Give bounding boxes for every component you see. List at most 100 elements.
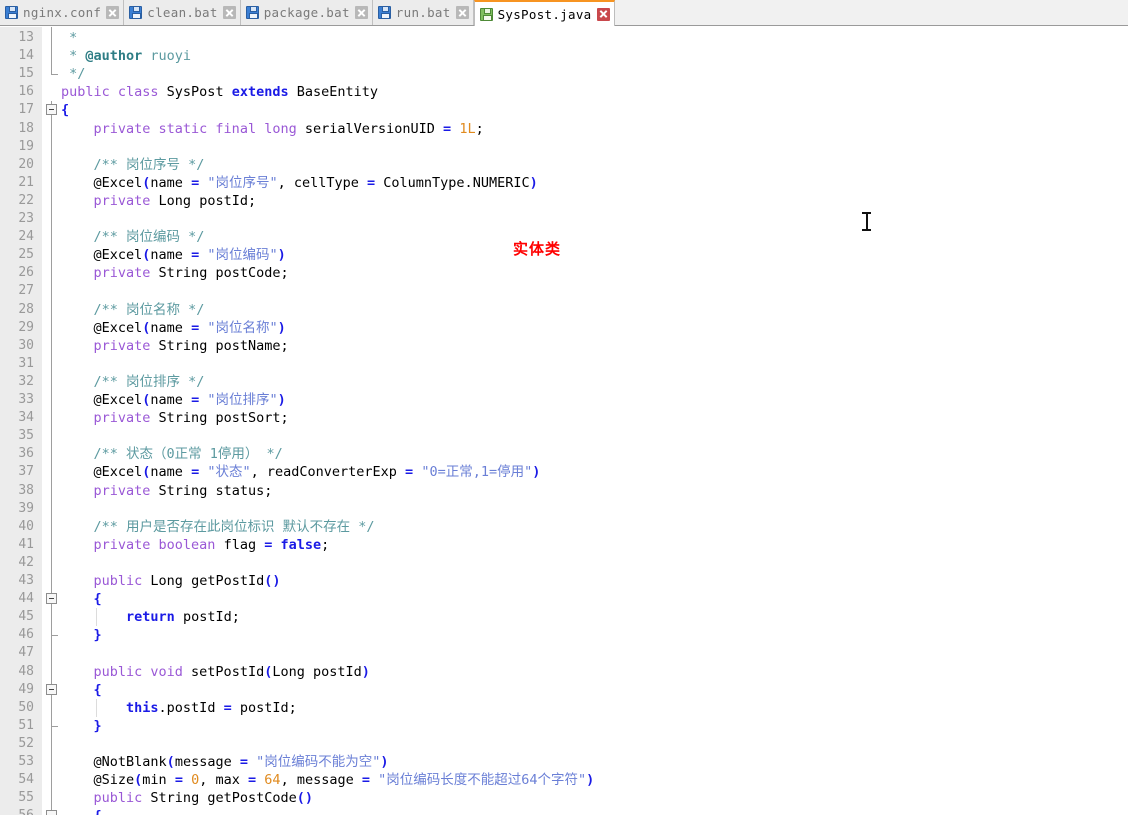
code-line[interactable]: 17 {	[0, 101, 1128, 119]
code-line[interactable]: 14 * @author ruoyi	[0, 47, 1128, 65]
code-line[interactable]: 13 *	[0, 29, 1128, 47]
code-text[interactable]: /** 用户是否存在此岗位标识 默认不存在 */	[61, 518, 375, 536]
code-line[interactable]: 23	[0, 210, 1128, 228]
close-icon[interactable]	[596, 7, 610, 21]
code-line[interactable]: 39	[0, 500, 1128, 518]
code-line[interactable]: 37 @Excel(name = "状态", readConverterExp …	[0, 463, 1128, 481]
code-line[interactable]: 47	[0, 644, 1128, 662]
line-number: 39	[18, 500, 34, 516]
fold-toggle-icon[interactable]	[46, 810, 57, 815]
code-text[interactable]: {	[61, 807, 102, 815]
code-line[interactable]: 46 }	[0, 626, 1128, 644]
code-line[interactable]: 18 private static final long serialVersi…	[0, 120, 1128, 138]
code-text[interactable]: /** 状态（0正常 1停用） */	[61, 445, 283, 463]
code-token: "岗位编码长度不能超过64个字符"	[378, 772, 587, 789]
code-line[interactable]: 31	[0, 355, 1128, 373]
code-text[interactable]: public class SysPost extends BaseEntity	[61, 83, 378, 101]
editor-tab-nginx-conf[interactable]: nginx.conf	[0, 0, 125, 25]
code-line[interactable]: 41 private boolean flag = false;	[0, 536, 1128, 554]
code-line[interactable]: 42	[0, 554, 1128, 572]
code-text[interactable]: private static final long serialVersionU…	[61, 120, 484, 138]
code-line[interactable]: 35	[0, 427, 1128, 445]
code-token: )	[532, 464, 541, 481]
code-text[interactable]: @NotBlank(message = "岗位编码不能为空")	[61, 753, 389, 771]
code-text[interactable]: private String status;	[61, 482, 273, 500]
code-line[interactable]: 29 @Excel(name = "岗位名称")	[0, 319, 1128, 337]
code-token: Long postId;	[150, 192, 257, 209]
code-text[interactable]: private String postName;	[61, 337, 289, 355]
code-line[interactable]: 33 @Excel(name = "岗位排序")	[0, 391, 1128, 409]
code-text[interactable]: return postId;	[61, 608, 240, 626]
code-line[interactable]: 55 public String getPostCode()	[0, 789, 1128, 807]
editor-tab-run-bat[interactable]: run.bat	[372, 0, 474, 25]
code-line[interactable]: 50 this.postId = postId;	[0, 699, 1128, 717]
code-text[interactable]: public Long getPostId()	[61, 572, 281, 590]
code-line[interactable]: 27	[0, 282, 1128, 300]
code-text[interactable]: */	[61, 65, 85, 83]
code-line[interactable]: 20 /** 岗位序号 */	[0, 156, 1128, 174]
close-icon[interactable]	[106, 6, 120, 19]
code-line[interactable]: 44 {	[0, 590, 1128, 608]
fold-toggle-icon[interactable]	[46, 104, 57, 116]
code-line[interactable]: 25 @Excel(name = "岗位编码")	[0, 246, 1128, 264]
code-line[interactable]: 30 private String postName;	[0, 337, 1128, 355]
code-line[interactable]: 49 {	[0, 681, 1128, 699]
code-text[interactable]: public String getPostCode()	[61, 789, 313, 807]
code-line[interactable]: 32 /** 岗位排序 */	[0, 373, 1128, 391]
code-line[interactable]: 40 /** 用户是否存在此岗位标识 默认不存在 */	[0, 518, 1128, 536]
code-content[interactable]: 13 * 14 * @author ruoyi 15 */16 public cla…	[0, 27, 1128, 815]
code-text[interactable]: {	[61, 590, 102, 608]
close-icon[interactable]	[354, 6, 368, 19]
code-line[interactable]: 52	[0, 735, 1128, 753]
code-line[interactable]: 48 public void setPostId(Long postId)	[0, 663, 1128, 681]
close-icon[interactable]	[222, 6, 236, 19]
code-line[interactable]: 54 @Size(min = 0, max = 64, message = "岗…	[0, 771, 1128, 789]
code-text[interactable]: {	[61, 101, 69, 119]
editor-tab-syspost-java[interactable]: SysPost.java	[473, 0, 615, 26]
code-text[interactable]: @Excel(name = "状态", readConverterExp = "…	[61, 463, 541, 481]
line-number: 43	[18, 573, 34, 588]
editor-tab-clean-bat[interactable]: clean.bat	[124, 0, 241, 25]
code-text[interactable]: }	[61, 717, 102, 735]
code-text[interactable]: @Excel(name = "岗位编码")	[61, 246, 286, 264]
code-text[interactable]: private Long postId;	[61, 192, 257, 210]
code-text[interactable]: /** 岗位名称 */	[61, 301, 205, 319]
code-line[interactable]: 22 private Long postId;	[0, 192, 1128, 210]
code-line[interactable]: 45 return postId;	[0, 608, 1128, 626]
code-line[interactable]: 51 }	[0, 717, 1128, 735]
fold-toggle-icon[interactable]	[46, 683, 57, 695]
code-line[interactable]: 28 /** 岗位名称 */	[0, 301, 1128, 319]
close-icon[interactable]	[455, 6, 469, 19]
code-line[interactable]: 24 /** 岗位编码 */	[0, 228, 1128, 246]
code-text[interactable]: private boolean flag = false;	[61, 536, 330, 554]
code-text[interactable]: /** 岗位排序 */	[61, 373, 205, 391]
code-text[interactable]: @Excel(name = "岗位序号", cellType = ColumnT…	[61, 174, 538, 192]
line-number: 29	[18, 319, 34, 335]
code-line[interactable]: 21 @Excel(name = "岗位序号", cellType = Colu…	[0, 174, 1128, 192]
code-text[interactable]: private String postCode;	[61, 264, 289, 282]
code-text[interactable]: *	[61, 29, 85, 47]
fold-toggle-icon[interactable]	[46, 593, 57, 605]
code-text[interactable]: /** 岗位序号 */	[61, 156, 205, 174]
code-text[interactable]: private String postSort;	[61, 409, 289, 427]
code-line[interactable]: 38 private String status;	[0, 482, 1128, 500]
code-line[interactable]: 26 private String postCode;	[0, 264, 1128, 282]
code-line[interactable]: 34 private String postSort;	[0, 409, 1128, 427]
code-line[interactable]: 53 @NotBlank(message = "岗位编码不能为空")	[0, 753, 1128, 771]
code-line[interactable]: 16 public class SysPost extends BaseEntit…	[0, 83, 1128, 101]
code-text[interactable]: /** 岗位编码 */	[61, 228, 205, 246]
code-line[interactable]: 15 */	[0, 65, 1128, 83]
code-text[interactable]: * @author ruoyi	[61, 47, 191, 65]
code-line[interactable]: 43 public Long getPostId()	[0, 572, 1128, 590]
code-line[interactable]: 19	[0, 138, 1128, 156]
code-text[interactable]: }	[61, 626, 102, 644]
code-editor[interactable]: 13 * 14 * @author ruoyi 15 */16 public cla…	[0, 27, 1128, 815]
code-line[interactable]: 36 /** 状态（0正常 1停用） */	[0, 445, 1128, 463]
code-text[interactable]: {	[61, 681, 102, 699]
editor-tab-package-bat[interactable]: package.bat	[240, 0, 373, 25]
code-token: @author	[85, 48, 143, 65]
code-text[interactable]: @Excel(name = "岗位排序")	[61, 391, 286, 409]
code-text[interactable]: @Excel(name = "岗位名称")	[61, 319, 286, 337]
code-text[interactable]: public void setPostId(Long postId)	[61, 663, 370, 681]
code-text[interactable]: @Size(min = 0, max = 64, message = "岗位编码…	[61, 771, 595, 789]
